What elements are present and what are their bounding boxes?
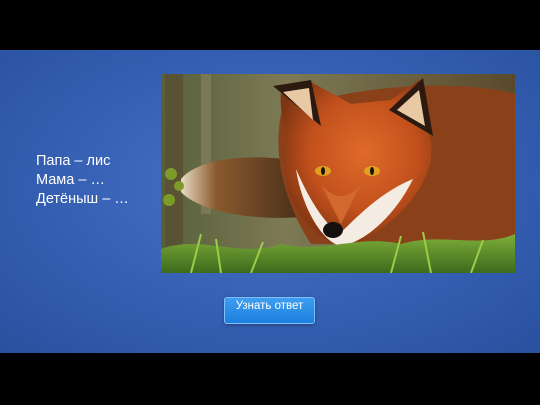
riddle-line-cub: Детёныш – …	[36, 191, 129, 207]
riddle-line-father: Папа – лис	[36, 153, 111, 169]
show-answer-button[interactable]: Узнать ответ	[224, 297, 315, 324]
fox-photo	[161, 74, 515, 273]
riddle-line-mother: Мама – …	[36, 172, 105, 188]
slide: Папа – лис Мама – … Детёныш – … Узнать о…	[0, 50, 540, 353]
riddle-text: Папа – лис Мама – … Детёныш – …	[36, 152, 129, 209]
